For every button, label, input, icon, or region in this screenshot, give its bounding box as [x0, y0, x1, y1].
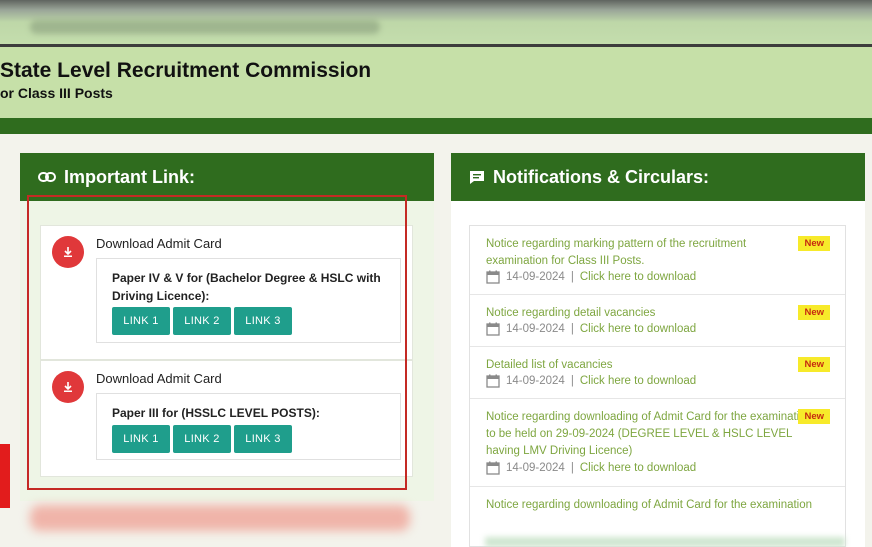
notice-separator: |: [570, 375, 574, 387]
notice-separator: |: [570, 271, 574, 283]
list-item: Detailed list of vacancies New 14-09-202…: [470, 347, 845, 399]
notice-text[interactable]: Notice regarding marking pattern of the …: [486, 236, 786, 270]
notifications-heading: Notifications & Circulars:: [493, 166, 710, 187]
link-1-button[interactable]: LINK 1: [112, 425, 170, 453]
link-button-row: LINK 1 LINK 2 LINK 3: [112, 425, 292, 453]
nav-band: [0, 118, 872, 134]
link-button-row: LINK 1 LINK 2 LINK 3: [112, 307, 292, 335]
notice-meta: 14-09-2024 | Click here to download: [486, 270, 696, 284]
blurred-banner-text: [30, 20, 380, 34]
notice-meta: 14-09-2024 | Click here to download: [486, 461, 696, 475]
download-link[interactable]: Click here to download: [580, 271, 696, 283]
important-links-panel: Important Link: Download Admit Card Pape…: [20, 153, 434, 501]
link-2-button[interactable]: LINK 2: [173, 425, 231, 453]
important-links-header: Important Link:: [20, 153, 434, 201]
new-badge: New: [798, 357, 830, 372]
notice-meta: 14-09-2024 | Click here to download: [486, 322, 696, 336]
notices-list[interactable]: Notice regarding marking pattern of the …: [469, 225, 846, 547]
notice-text[interactable]: Notice regarding downloading of Admit Ca…: [486, 497, 831, 514]
admit-card-inner: Paper IV & V for (Bachelor Degree & HSLC…: [96, 258, 401, 343]
notice-date: 14-09-2024: [506, 271, 565, 283]
list-item: Notice regarding detail vacancies New 14…: [470, 295, 845, 347]
link-icon: [38, 172, 56, 182]
important-links-heading: Important Link:: [64, 166, 195, 187]
top-strip: [0, 0, 872, 48]
new-badge: New: [798, 236, 830, 251]
site-subtitle: or Class III Posts: [0, 85, 113, 101]
link-2-button[interactable]: LINK 2: [173, 307, 231, 335]
download-icon[interactable]: [52, 236, 84, 268]
admit-card-block: Download Admit Card Paper IV & V for (Ba…: [40, 225, 413, 360]
calendar-icon: [486, 461, 500, 475]
blurred-bottom-element: [485, 537, 845, 547]
notice-separator: |: [570, 462, 574, 474]
notice-date: 14-09-2024: [506, 375, 565, 387]
notice-text[interactable]: Notice regarding detail vacancies: [486, 305, 786, 322]
admit-card-title: Download Admit Card: [96, 371, 222, 386]
download-link[interactable]: Click here to download: [580, 323, 696, 335]
admit-card-block: Download Admit Card Paper III for (HSSLC…: [40, 360, 413, 477]
notice-date: 14-09-2024: [506, 462, 565, 474]
blurred-bottom-element: [30, 505, 410, 531]
notifications-header: Notifications & Circulars:: [451, 153, 865, 201]
download-icon[interactable]: [52, 371, 84, 403]
download-link[interactable]: Click here to download: [580, 462, 696, 474]
paper-description: Paper III for (HSSLC LEVEL POSTS):: [112, 406, 320, 420]
notice-text[interactable]: Detailed list of vacancies: [486, 357, 786, 374]
calendar-icon: [486, 270, 500, 284]
notice-separator: |: [570, 323, 574, 335]
link-3-button[interactable]: LINK 3: [234, 307, 292, 335]
new-badge: New: [798, 305, 830, 320]
list-item: Notice regarding downloading of Admit Ca…: [470, 399, 845, 487]
admit-card-title: Download Admit Card: [96, 236, 222, 251]
notice-meta: 14-09-2024 | Click here to download: [486, 374, 696, 388]
notifications-panel: Notifications & Circulars: Notice regard…: [451, 153, 865, 547]
link-3-button[interactable]: LINK 3: [234, 425, 292, 453]
calendar-icon: [486, 374, 500, 388]
new-badge: New: [798, 409, 830, 424]
site-title: State Level Recruitment Commission: [0, 59, 372, 82]
download-link[interactable]: Click here to download: [580, 375, 696, 387]
site-header: State Level Recruitment Commission or Cl…: [0, 47, 872, 118]
edge-logo-mark: [0, 444, 10, 508]
chat-icon: [470, 170, 484, 184]
list-item: Notice regarding marking pattern of the …: [470, 226, 845, 295]
notice-date: 14-09-2024: [506, 323, 565, 335]
calendar-icon: [486, 322, 500, 336]
admit-card-inner: Paper III for (HSSLC LEVEL POSTS): LINK …: [96, 393, 401, 460]
paper-description: Paper IV & V for (Bachelor Degree & HSLC…: [112, 271, 381, 303]
link-1-button[interactable]: LINK 1: [112, 307, 170, 335]
notice-text[interactable]: Notice regarding downloading of Admit Ca…: [486, 409, 816, 460]
